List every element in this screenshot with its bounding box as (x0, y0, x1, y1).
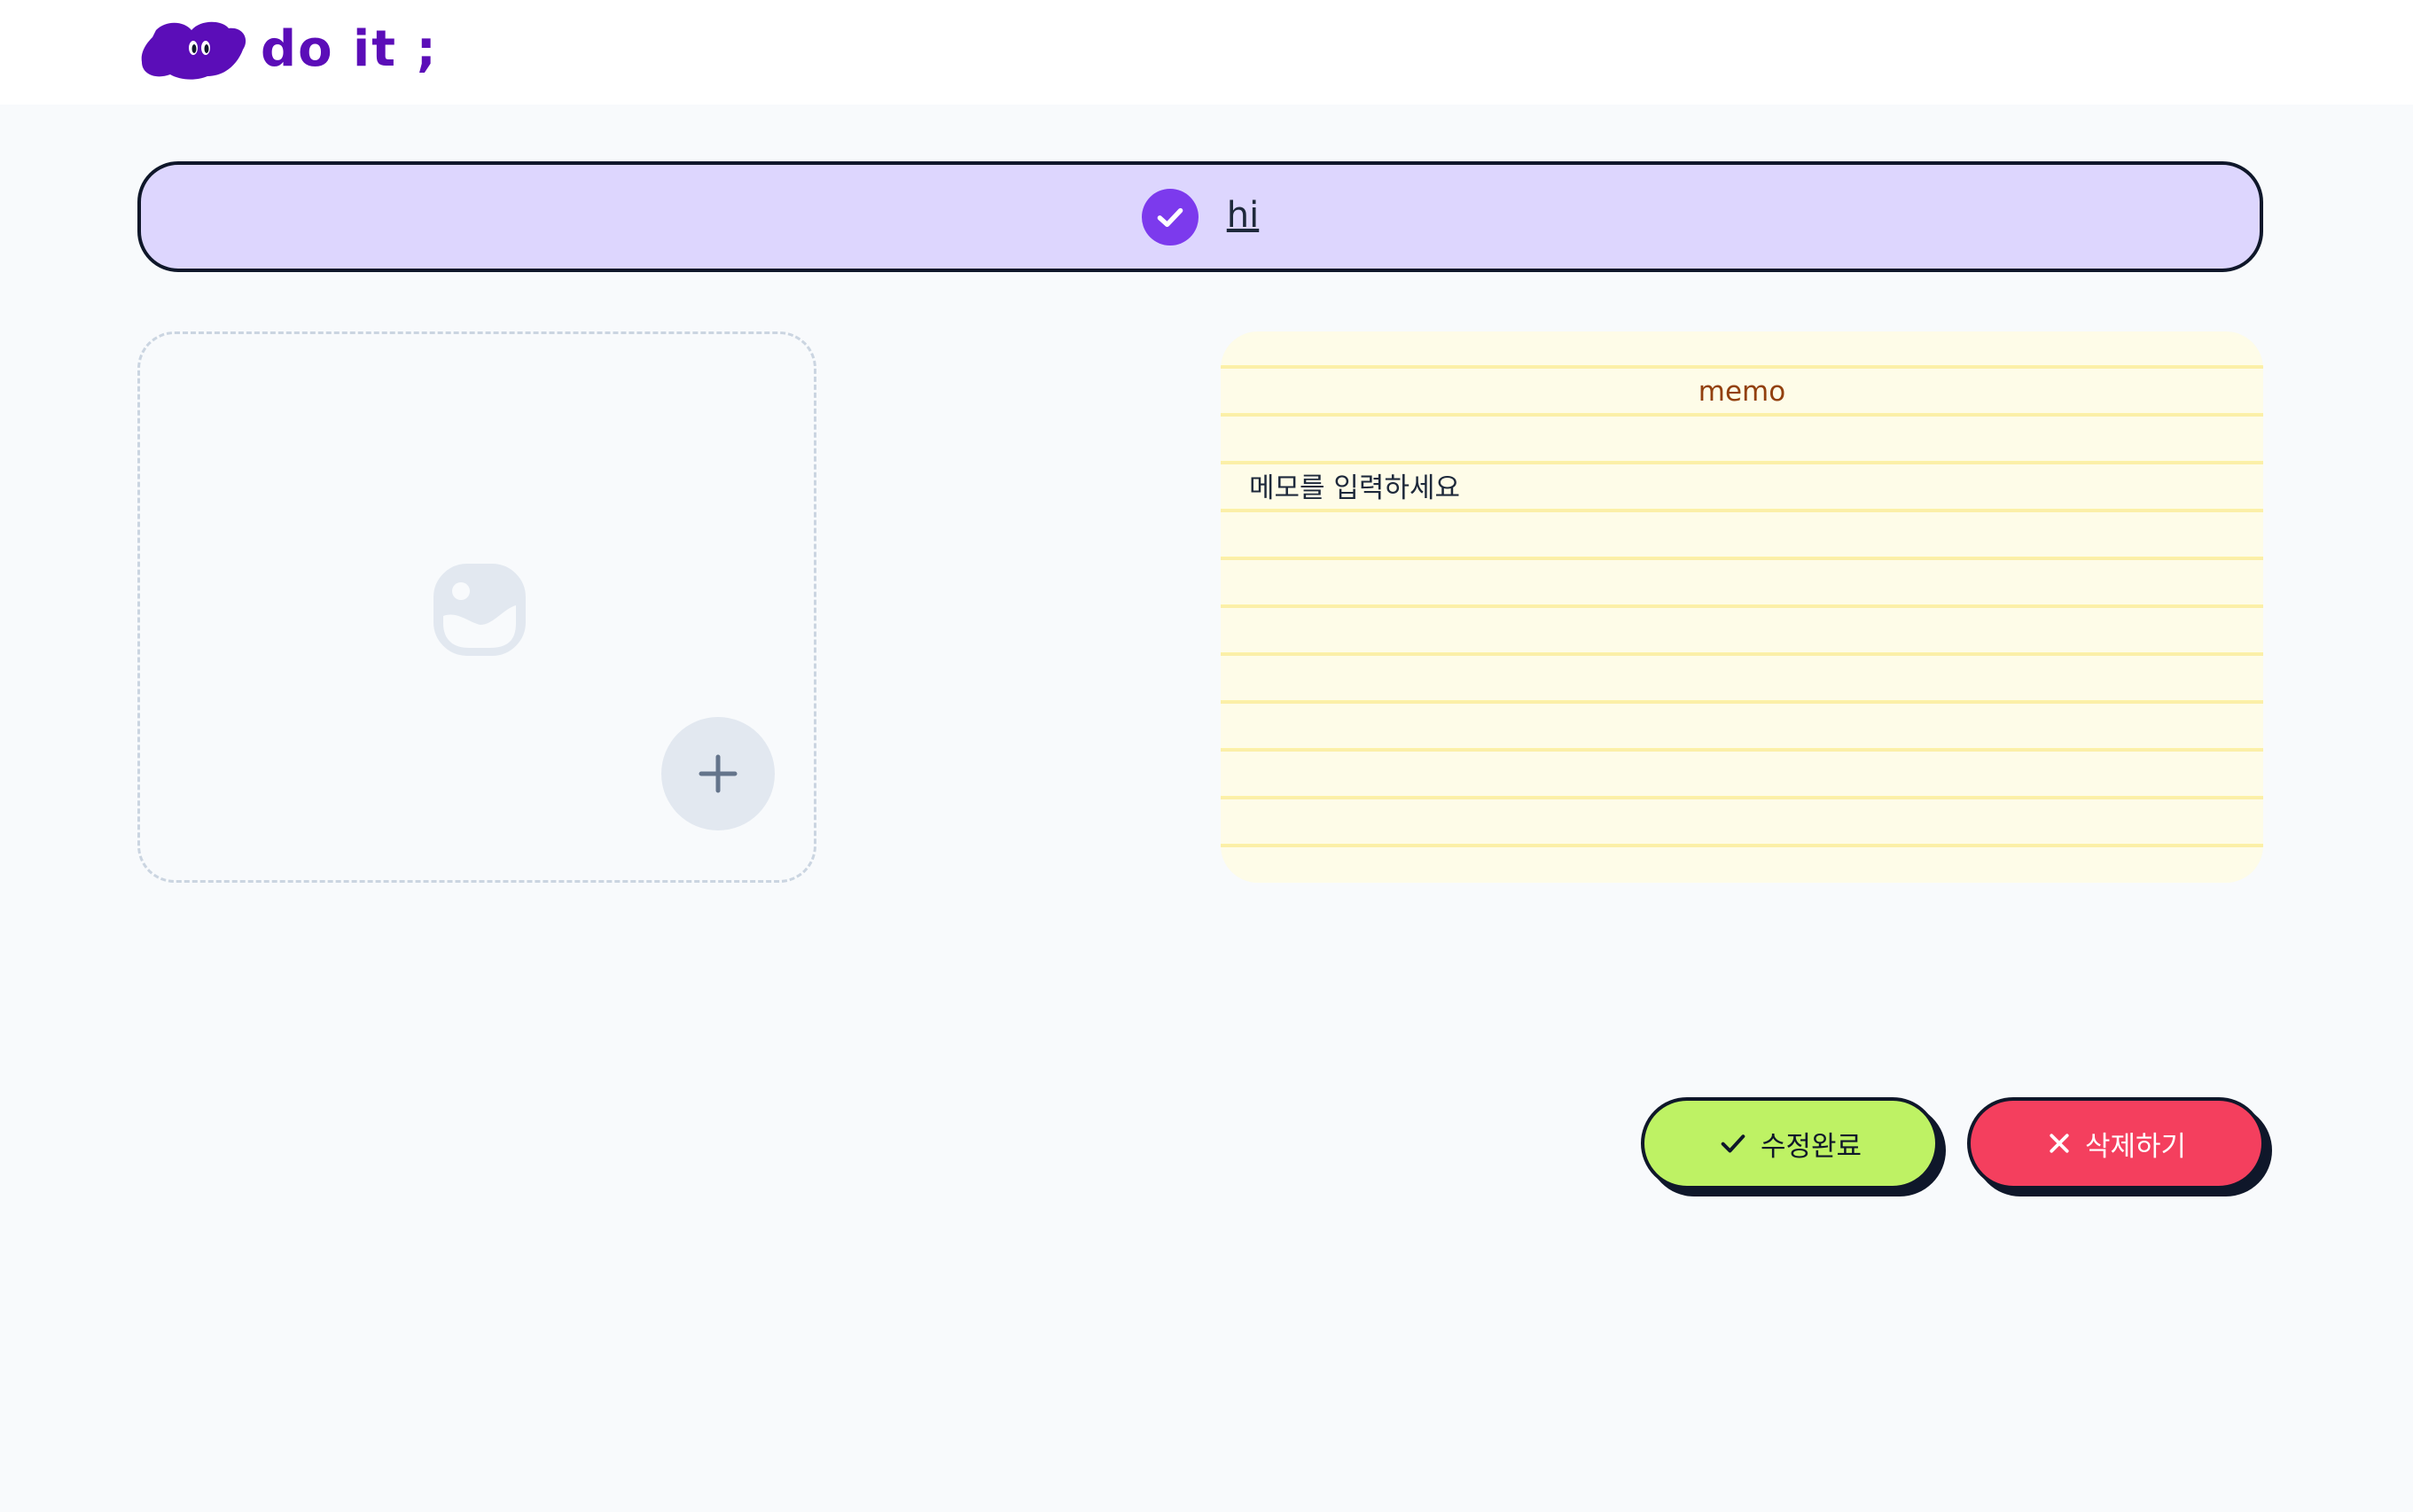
plus-icon (699, 754, 738, 793)
todo-title[interactable]: hi (1227, 195, 1259, 236)
memo-panel: memo (1221, 331, 2263, 883)
delete-button-label: 삭제하기 (2084, 1130, 2187, 1163)
image-placeholder-icon (433, 564, 526, 656)
todo-title-bar: hi (137, 161, 2263, 272)
memo-input[interactable] (1249, 464, 2224, 846)
delete-button[interactable]: 삭제하기 (1967, 1097, 2265, 1189)
x-icon (2046, 1130, 2073, 1157)
save-button[interactable]: 수정완료 (1641, 1097, 1939, 1189)
check-circle-icon[interactable] (1141, 188, 1199, 246)
app-header: do it ; (0, 0, 2413, 105)
logo[interactable]: do it ; (140, 18, 438, 82)
cloud-mascot-icon (141, 21, 246, 80)
save-button-label: 수정완료 (1760, 1130, 1862, 1163)
logo-text: do it ; (261, 20, 438, 78)
check-icon (1718, 1128, 1748, 1158)
memo-label: memo (1698, 376, 1786, 408)
image-upload-area[interactable] (137, 331, 816, 883)
add-image-button[interactable] (661, 717, 775, 830)
